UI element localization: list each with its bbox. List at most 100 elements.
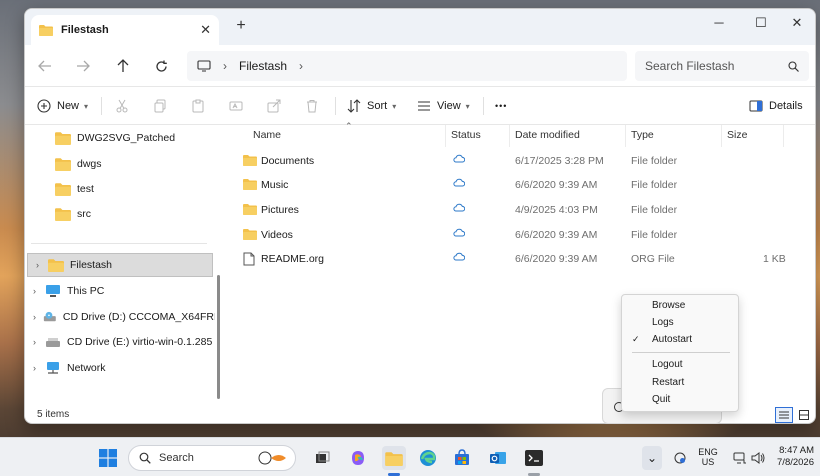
more-options-button[interactable]: ••• (495, 96, 507, 116)
column-divider[interactable] (445, 125, 446, 147)
cloud-icon (453, 154, 465, 163)
expand-chevron-icon[interactable]: › (33, 286, 45, 296)
sidebar-item-network[interactable]: › Network (25, 356, 215, 380)
scrollbar[interactable] (217, 275, 220, 399)
menu-item-browse[interactable]: Browse (622, 297, 738, 314)
tab-close-button[interactable]: ✕ (200, 22, 211, 38)
sort-icon (347, 99, 361, 113)
task-view-icon (316, 451, 330, 463)
cut-button[interactable] (115, 96, 129, 116)
file-row-documents[interactable]: Documents 6/17/2025 3:28 PM File folder (227, 149, 787, 173)
column-divider[interactable] (509, 125, 510, 147)
breadcrumb-item-filestash[interactable]: Filestash (239, 59, 287, 73)
pc-icon (46, 285, 60, 297)
plus-circle-icon (37, 99, 51, 113)
sidebar-item-filestash[interactable]: › Filestash (27, 253, 213, 277)
refresh-icon (155, 60, 167, 72)
sidebar-item-cd-drive-e[interactable]: › CD Drive (E:) virtio-win-0.1.285 (25, 330, 215, 354)
menu-item-logs[interactable]: Logs (622, 314, 738, 331)
up-button[interactable] (111, 56, 135, 76)
share-button[interactable] (267, 96, 281, 116)
new-button[interactable]: New ▾ (37, 96, 88, 116)
forward-button[interactable] (71, 56, 95, 76)
divider (335, 97, 336, 115)
copy-button[interactable] (153, 96, 167, 116)
sidebar-item-src[interactable]: src (25, 202, 215, 226)
language-indicator[interactable]: ENG US (694, 447, 722, 467)
refresh-button[interactable] (149, 56, 173, 76)
maximize-button[interactable]: ☐ (747, 15, 775, 35)
expand-chevron-icon[interactable]: › (36, 260, 48, 270)
file-row-videos[interactable]: Videos 6/6/2020 9:39 AM File folder (227, 223, 787, 247)
menu-item-restart[interactable]: Restart (622, 374, 738, 391)
sidebar-item-label: Network (67, 362, 106, 374)
tiles-view-toggle[interactable] (795, 407, 813, 423)
new-tab-button[interactable]: + (231, 17, 251, 35)
expand-chevron-icon[interactable]: › (33, 312, 43, 322)
column-header-status[interactable]: Status (451, 129, 481, 141)
sidebar-item-cd-drive-d[interactable]: › CD Drive (D:) CCCOMA_X64FRE_EN (25, 305, 215, 329)
expand-chevron-icon[interactable]: › (33, 337, 45, 347)
delete-button[interactable] (305, 96, 319, 116)
column-divider[interactable] (783, 125, 784, 147)
outlook-button[interactable] (486, 446, 510, 470)
task-view-button[interactable] (310, 446, 334, 470)
breadcrumb[interactable]: › Filestash › (187, 51, 627, 81)
store-button[interactable] (450, 446, 474, 470)
column-header-date-modified[interactable]: Date modified (515, 129, 580, 141)
file-name: Documents (261, 155, 315, 167)
file-row-readme[interactable]: README.org 6/6/2020 9:39 AM ORG File 1 K… (227, 247, 787, 271)
sort-caret-icon: ⌃ (345, 121, 353, 131)
folder-icon (55, 158, 71, 171)
file-explorer-taskbar-button[interactable] (382, 446, 406, 470)
column-divider[interactable] (625, 125, 626, 147)
sidebar-item-this-pc[interactable]: › This PC (25, 279, 215, 303)
address-bar: › Filestash › (25, 45, 815, 87)
tray-overflow-button[interactable]: ⌄ (642, 446, 662, 470)
close-button[interactable]: ✕ (783, 15, 811, 35)
start-button[interactable] (96, 446, 120, 470)
copilot-button[interactable] (346, 446, 370, 470)
rename-button[interactable] (229, 96, 243, 116)
menu-item-autostart[interactable]: ✓ Autostart (622, 331, 738, 348)
file-row-pictures[interactable]: Pictures 4/9/2025 4:03 PM File folder (227, 198, 787, 222)
search-box[interactable] (635, 51, 809, 81)
clipboard-icon (192, 99, 204, 113)
sidebar-item-dwg2svg-patched[interactable]: DWG2SVG_Patched (25, 126, 215, 150)
edge-button[interactable] (416, 446, 440, 470)
terminal-button[interactable] (522, 446, 546, 470)
expand-chevron-icon[interactable]: › (33, 363, 45, 373)
menu-item-quit[interactable]: Quit (622, 391, 738, 408)
details-view-toggle[interactable] (775, 407, 793, 423)
sidebar-item-test[interactable]: test (25, 177, 215, 201)
search-input[interactable] (645, 59, 781, 73)
sort-button[interactable]: Sort ▾ (347, 96, 396, 116)
folder-icon (243, 229, 257, 240)
folder-icon (39, 25, 53, 36)
breadcrumb-chevron[interactable]: › (299, 59, 303, 73)
tray-status-icon (674, 452, 686, 464)
taskbar-search[interactable]: Search (128, 445, 296, 471)
back-button[interactable] (33, 56, 57, 76)
view-button[interactable]: View ▾ (417, 96, 470, 116)
tab-filestash[interactable]: Filestash ✕ (31, 15, 219, 45)
column-header-type[interactable]: Type (631, 129, 654, 141)
sidebar-item-dwgs[interactable]: dwgs (25, 152, 215, 176)
column-divider[interactable] (721, 125, 722, 147)
column-header-size[interactable]: Size (727, 129, 747, 141)
details-pane-icon (749, 100, 763, 112)
menu-item-logout[interactable]: Logout (622, 356, 738, 373)
volume-tray-icon[interactable] (746, 446, 770, 470)
column-header-name[interactable]: Name (253, 129, 281, 141)
minimize-button[interactable]: ─ (705, 15, 733, 35)
tray-app-button[interactable] (668, 446, 692, 470)
details-button[interactable]: Details (749, 96, 803, 116)
scissors-icon (116, 99, 128, 113)
search-icon (139, 452, 151, 464)
network-icon (47, 362, 59, 374)
view-label: View (437, 100, 461, 112)
clock[interactable]: 8:47 AM 7/8/2026 (768, 445, 814, 469)
paste-button[interactable] (191, 96, 205, 116)
sidebar-item-label: dwgs (77, 158, 102, 170)
file-row-music[interactable]: Music 6/6/2020 9:39 AM File folder (227, 173, 787, 197)
